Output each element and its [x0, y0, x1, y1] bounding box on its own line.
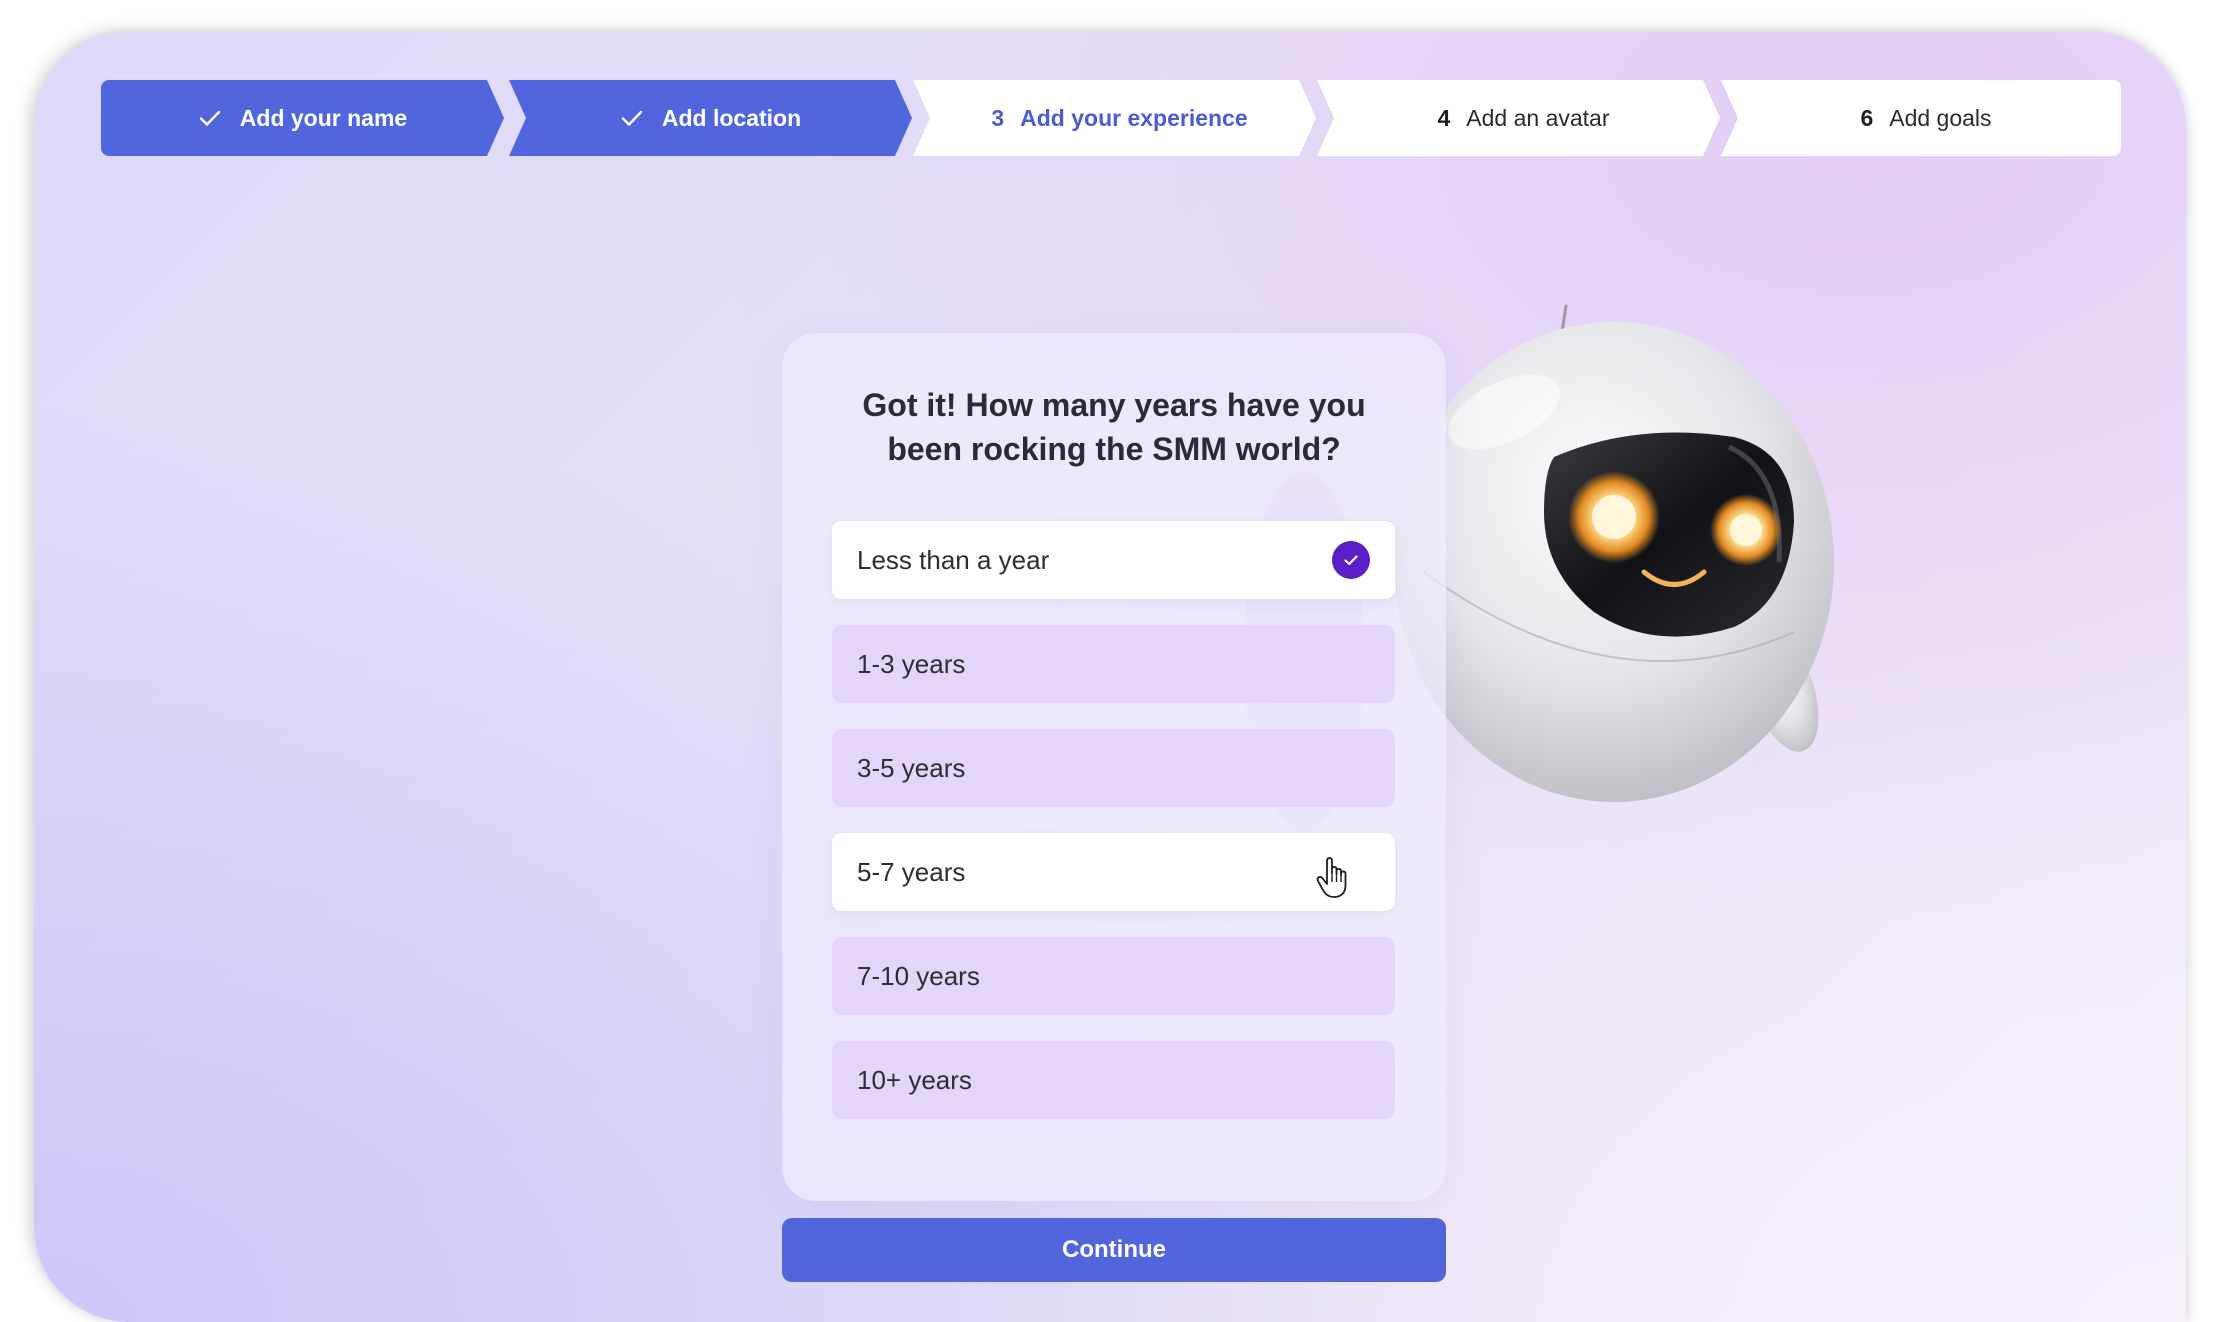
step-add-goals[interactable]: 6 Add goals: [1721, 80, 2121, 156]
option-less-than-a-year[interactable]: Less than a year: [832, 521, 1395, 599]
option-label: 7-10 years: [857, 960, 980, 991]
checkmark-icon: [199, 110, 220, 126]
step-label: Add an avatar: [1466, 104, 1610, 131]
step-number: 6: [1860, 104, 1874, 131]
option-label: 1-3 years: [857, 648, 966, 679]
option-10-plus-years[interactable]: 10+ years: [832, 1041, 1395, 1119]
step-add-name[interactable]: Add your name: [101, 80, 504, 156]
experience-question-card: Got it! How many years have you been roc…: [782, 333, 1446, 1201]
step-number: 4: [1437, 104, 1451, 131]
step-add-location[interactable]: Add location: [509, 80, 912, 156]
option-7-10-years[interactable]: 7-10 years: [832, 937, 1395, 1015]
question-line: Got it! How many years have you: [862, 387, 1366, 423]
step-label: Add location: [661, 104, 802, 131]
option-3-5-years[interactable]: 3-5 years: [832, 729, 1395, 807]
option-1-3-years[interactable]: 1-3 years: [832, 625, 1395, 703]
step-label: Add your name: [239, 104, 408, 131]
check-circle-icon: [1332, 541, 1370, 579]
step-number: 3: [991, 104, 1005, 131]
continue-button[interactable]: Continue: [782, 1218, 1446, 1282]
onboarding-window: Add your name Add location 3 Add your ex…: [34, 32, 2186, 1322]
option-5-7-years[interactable]: 5-7 years: [832, 833, 1395, 911]
step-label: Add your experience: [1020, 104, 1248, 131]
step-add-experience[interactable]: 3 Add your experience: [913, 80, 1316, 156]
step-add-avatar[interactable]: 4 Add an avatar: [1317, 80, 1720, 156]
hand-pointer-icon: [1316, 857, 1347, 898]
step-label: Add goals: [1889, 104, 1992, 131]
option-label: 3-5 years: [857, 752, 966, 783]
option-label: 5-7 years: [857, 856, 966, 887]
progress-stepper: Add your name Add location 3 Add your ex…: [101, 80, 2121, 156]
question-line: been rocking the SMM world?: [887, 431, 1341, 467]
question-title: Got it! How many years have you been roc…: [822, 383, 1406, 471]
option-label: 10+ years: [857, 1064, 972, 1095]
option-label: Less than a year: [857, 544, 1050, 575]
checkmark-icon: [621, 110, 643, 126]
experience-options: Less than a year 1-3 years 3-5 years 5-7…: [832, 521, 1395, 1145]
